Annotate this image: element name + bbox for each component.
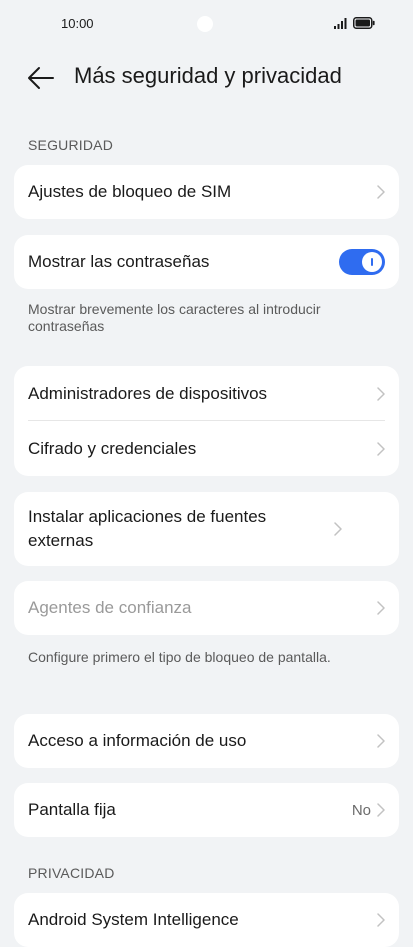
screen-pinning-value: No — [351, 801, 371, 819]
card-screen-pinning: Pantalla fija No — [14, 783, 399, 837]
chevron-right-icon — [377, 441, 385, 456]
usage-access-label: Acceso a información de uso — [28, 731, 247, 750]
encryption-label: Cifrado y credenciales — [28, 438, 197, 458]
chevron-right-icon — [377, 386, 385, 401]
card-usage-access: Acceso a información de uso — [14, 714, 399, 768]
chevron-right-icon — [377, 913, 385, 927]
card-show-passwords: Mostrar las contraseñas — [14, 235, 399, 289]
card-external-sources: Instalar aplicaciones de fuentes externa… — [14, 492, 399, 566]
card-trust-agents: Agentes de confianza — [14, 581, 399, 635]
row-show-passwords[interactable]: Mostrar las contraseñas — [14, 235, 399, 289]
trust-agents-note: Configure primero el tipo de bloqueo de … — [28, 649, 331, 665]
card-sim-lock: Ajustes de bloqueo de SIM — [14, 165, 399, 219]
battery-icon — [353, 17, 375, 29]
row-device-admins[interactable]: Administradores de dispositivos — [14, 366, 399, 421]
screen-pinning-label: Pantalla fija — [28, 800, 116, 819]
row-android-intelligence[interactable]: Android System Intelligence — [14, 893, 399, 947]
toggle-knob — [362, 252, 382, 272]
section-header-privacy: PRIVACIDAD — [28, 865, 115, 881]
show-passwords-label: Mostrar las contraseñas — [28, 252, 210, 271]
chevron-right-icon — [377, 185, 385, 199]
status-time: 10:00 — [61, 16, 94, 31]
row-encryption[interactable]: Cifrado y credenciales — [14, 421, 399, 476]
external-sources-label: Instalar aplicaciones de fuentes externa… — [28, 507, 267, 550]
row-sim-lock[interactable]: Ajustes de bloqueo de SIM — [14, 165, 399, 219]
row-usage-access[interactable]: Acceso a información de uso — [14, 714, 399, 768]
app-header: Más seguridad y privacidad — [0, 58, 413, 98]
chevron-right-icon — [334, 522, 342, 536]
device-admins-label: Administradores de dispositivos — [28, 383, 268, 403]
row-screen-pinning[interactable]: Pantalla fija No — [14, 783, 399, 837]
row-trust-agents[interactable]: Agentes de confianza — [14, 581, 399, 635]
row-external-sources[interactable]: Instalar aplicaciones de fuentes externa… — [14, 492, 399, 566]
page-title: Más seguridad y privacidad — [74, 63, 342, 88]
show-passwords-note: Mostrar brevemente los caracteres al int… — [28, 301, 321, 334]
trust-agents-label: Agentes de confianza — [28, 598, 192, 617]
chevron-right-icon — [377, 803, 385, 817]
status-icons — [334, 17, 375, 29]
signal-icon — [334, 17, 347, 29]
camera-cutout — [197, 16, 213, 32]
arrow-left-icon[interactable] — [26, 64, 56, 92]
section-header-security: SEGURIDAD — [28, 137, 114, 153]
card-android-intelligence: Android System Intelligence — [14, 893, 399, 947]
show-passwords-toggle[interactable] — [339, 249, 385, 275]
android-intelligence-label: Android System Intelligence — [28, 910, 239, 929]
chevron-right-icon — [377, 734, 385, 748]
sim-lock-label: Ajustes de bloqueo de SIM — [28, 182, 232, 201]
status-bar: 10:00 — [0, 0, 413, 50]
card-device-admin-encryption: Administradores de dispositivos Cifrado … — [14, 366, 399, 476]
chevron-right-icon — [377, 601, 385, 615]
